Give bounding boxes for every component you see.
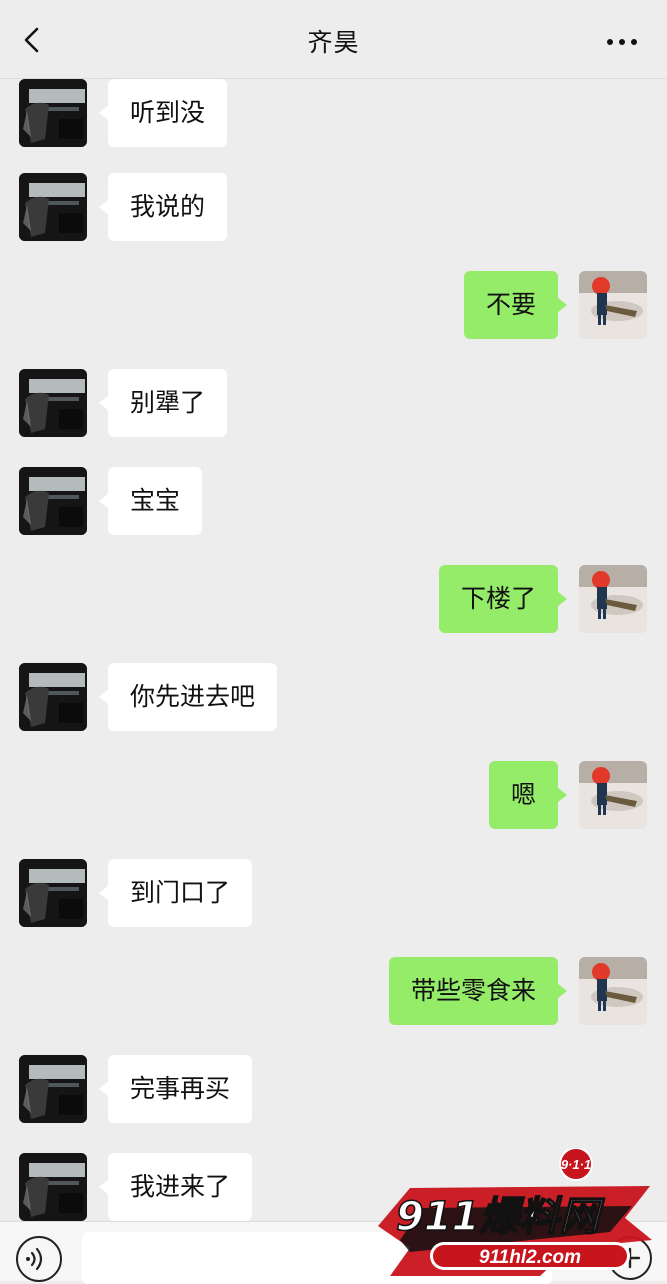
my-avatar[interactable] [579,565,647,633]
contact-avatar[interactable] [19,1153,87,1221]
message-row: 别犟了 [0,369,667,439]
sent-message-bubble[interactable]: 下楼了 [438,565,568,633]
sent-message-bubble[interactable]: 带些零食来 [388,957,568,1025]
message-row: 你先进去吧 [0,663,667,733]
voice-icon [26,1247,43,1271]
message-row: 到门口了 [0,859,667,929]
message-row: 完事再买 [0,1055,667,1125]
received-message-bubble[interactable]: 我进来了 [98,1153,253,1221]
received-message-bubble[interactable]: 完事再买 [98,1055,253,1123]
message-row: 下楼了 [0,565,667,635]
contact-avatar[interactable] [19,173,87,241]
voice-input-button[interactable] [16,1236,62,1282]
message-row: 嗯 [0,761,667,831]
contact-avatar[interactable] [19,467,87,535]
message-row: 带些零食来 [0,957,667,1027]
received-message-bubble[interactable]: 别犟了 [98,369,228,437]
watermark-badge: 9·1·1 [561,1157,591,1172]
message-row: 宝宝 [0,467,667,537]
contact-avatar[interactable] [19,859,87,927]
watermark-url: 911hl2.com [479,1247,581,1268]
chat-title: 齐昊 [307,28,360,57]
watermark-logo: 9·1·1 911爆料网 911hl2.com [378,1148,652,1276]
watermark-brand: 911爆料网 [396,1194,605,1240]
my-avatar[interactable] [579,761,647,829]
contact-avatar[interactable] [19,369,87,437]
contact-avatar[interactable] [19,663,87,731]
message-list[interactable]: 听到没 我说的 不要 别犟了 宝宝 下楼了 你先进去吧 嗯 到门口了 带些零食来… [0,79,667,1221]
sent-message-bubble[interactable]: 不要 [463,271,568,339]
contact-avatar[interactable] [19,1055,87,1123]
received-message-bubble[interactable]: 你先进去吧 [98,663,278,731]
received-message-bubble[interactable]: 我说的 [98,173,228,241]
message-row: 听到没 [0,79,667,149]
my-avatar[interactable] [579,271,647,339]
my-avatar[interactable] [579,957,647,1025]
message-row: 不要 [0,271,667,341]
received-message-bubble[interactable]: 到门口了 [98,859,253,927]
contact-avatar[interactable] [19,79,87,147]
received-message-bubble[interactable]: 宝宝 [98,467,203,535]
more-dots-icon[interactable] [607,39,637,45]
sent-message-bubble[interactable]: 嗯 [488,761,568,829]
message-row: 我说的 [0,173,667,243]
received-message-bubble[interactable]: 听到没 [98,79,228,147]
top-bar: 齐昊 [0,0,667,79]
